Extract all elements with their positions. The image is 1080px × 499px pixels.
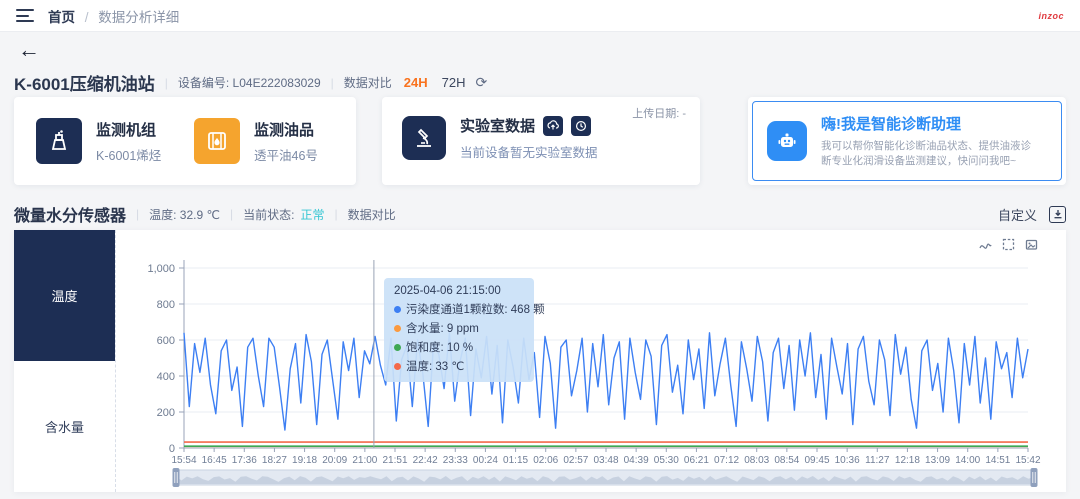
sensor-temperature: 温度: 32.9 ℃ — [149, 206, 220, 223]
sensor-compare-toggle[interactable]: 数据对比 — [348, 206, 396, 223]
separator: | — [331, 76, 334, 90]
x-tick-label: 23:33 — [443, 455, 468, 466]
zoom-select-icon[interactable] — [1002, 238, 1015, 251]
range-24h-button[interactable]: 24H — [404, 75, 428, 90]
separator: | — [136, 207, 139, 221]
x-tick-label: 14:00 — [955, 455, 980, 466]
x-tick-label: 05:30 — [654, 455, 679, 466]
brand-logo: inzoc — [1038, 11, 1064, 21]
assistant-card[interactable]: 嗨!我是智能诊断助理 我可以帮你智能化诊断油品状态、提供油液诊 断专业化润滑设备… — [748, 97, 1066, 185]
tab-water-content[interactable]: 含水量 — [14, 361, 115, 492]
y-tick-label: 400 — [157, 371, 175, 383]
sensor-status-label: 当前状态: — [243, 206, 294, 223]
monitor-unit-group: 监测机组 K-6001烯烃 — [36, 118, 176, 164]
x-tick-label: 15:54 — [171, 455, 196, 466]
x-tick-label: 17:36 — [232, 455, 257, 466]
upload-icon[interactable] — [543, 116, 563, 136]
save-image-icon[interactable] — [1025, 238, 1038, 251]
breadcrumb: 首页 / 数据分析详细 — [48, 6, 179, 26]
custom-range-button[interactable]: 自定义 — [998, 205, 1037, 224]
x-tick-label: 08:03 — [744, 455, 769, 466]
x-tick-label: 02:57 — [563, 455, 588, 466]
back-button[interactable]: ← — [18, 38, 40, 62]
x-tick-label: 13:09 — [925, 455, 950, 466]
x-tick-label: 00:24 — [473, 455, 498, 466]
y-tick-label: 200 — [157, 407, 175, 419]
series-line-main — [184, 333, 1028, 430]
robot-icon — [767, 121, 807, 161]
y-tick-label: 600 — [157, 335, 175, 347]
monitor-oil-group: 监测油品 透平油46号 — [194, 118, 334, 164]
datazoom-handle[interactable] — [173, 468, 180, 487]
sensor-section-header: 微量水分传感器 | 温度: 32.9 ℃ | 当前状态: 正常 | 数据对比 自… — [14, 202, 1066, 226]
breadcrumb-separator: / — [85, 10, 89, 25]
data-compare-toggle[interactable]: 数据对比 — [344, 74, 392, 91]
page-header: K-6001压缩机油站 | 设备编号: L04E222083029 | 数据对比… — [14, 70, 1066, 95]
x-tick-label: 02:06 — [533, 455, 558, 466]
x-tick-label: 19:18 — [292, 455, 317, 466]
x-tick-label: 06:21 — [684, 455, 709, 466]
history-clock-icon[interactable] — [571, 116, 591, 136]
x-tick-label: 21:51 — [382, 455, 407, 466]
sensor-status-value: 正常 — [300, 206, 324, 223]
compressor-icon — [36, 118, 82, 164]
download-icon[interactable] — [1049, 206, 1066, 223]
line-type-icon[interactable] — [979, 238, 992, 251]
y-tick-label: 0 — [169, 443, 175, 455]
device-number: 设备编号: L04E222083029 — [178, 74, 321, 91]
monitor-unit-value: K-6001烯烃 — [96, 145, 161, 164]
monitor-oil-title: 监测油品 — [254, 119, 318, 140]
x-tick-label: 03:48 — [593, 455, 618, 466]
x-tick-label: 18:27 — [262, 455, 287, 466]
top-bar: 首页 / 数据分析详细 inzoc — [0, 0, 1080, 32]
chart-canvas[interactable]: 0 200 400 600 800 1,000 15:54 16:45 17:36 18:27 19… — [116, 230, 1066, 492]
x-tick-label: 11:27 — [865, 455, 890, 466]
datazoom-handle[interactable] — [1031, 468, 1038, 487]
x-tick-label: 12:18 — [895, 455, 920, 466]
y-tick-label: 800 — [157, 299, 175, 311]
x-tick-label: 07:12 — [714, 455, 739, 466]
separator: | — [334, 207, 337, 221]
lab-data-card: 上传日期: - 实验室数据 当前设备暂无实验室数据 — [382, 97, 700, 185]
x-tick-label: 08:54 — [774, 455, 799, 466]
y-tick-label: 1,000 — [147, 263, 175, 275]
x-tick-label: 10:36 — [835, 455, 860, 466]
chart-toolbox — [979, 238, 1038, 251]
x-tick-label: 14:51 — [985, 455, 1010, 466]
lab-empty-text: 当前设备暂无实验室数据 — [460, 142, 598, 161]
separator: | — [230, 207, 233, 221]
sensor-chart-panel: 温度 含水量 0 200 400 600 800 1,000 15:54 16:45 17:36… — [14, 230, 1066, 492]
monitor-unit-title: 监测机组 — [96, 119, 161, 140]
x-tick-label: 04:39 — [624, 455, 649, 466]
upload-date-label: 上传日期: - — [632, 105, 686, 121]
monitor-oil-value: 透平油46号 — [254, 145, 318, 164]
breadcrumb-current: 数据分析详细 — [98, 10, 179, 25]
tab-temperature[interactable]: 温度 — [14, 230, 115, 361]
range-72h-button[interactable]: 72H — [442, 75, 466, 90]
x-tick-label: 22:42 — [413, 455, 438, 466]
x-tick-label: 20:09 — [322, 455, 347, 466]
refresh-icon[interactable]: ⟳ — [476, 74, 488, 91]
breadcrumb-home[interactable]: 首页 — [48, 10, 75, 25]
monitor-card: 监测机组 K-6001烯烃 监测油品 透平油46号 — [14, 97, 356, 185]
x-tick-label: 16:45 — [202, 455, 227, 466]
assistant-desc: 我可以帮你智能化诊断油品状态、提供油液诊 断专业化润滑设备监测建议，快问问我吧~ — [821, 139, 1031, 169]
chart-tabs: 温度 含水量 — [14, 230, 116, 492]
assistant-title: 嗨!我是智能诊断助理 — [821, 113, 1031, 134]
x-tick-label: 01:15 — [503, 455, 528, 466]
x-tick-label: 15:42 — [1015, 455, 1040, 466]
menu-toggle-icon[interactable] — [16, 9, 34, 22]
chart-area: 0 200 400 600 800 1,000 15:54 16:45 17:36 18:27 19… — [116, 230, 1066, 492]
x-tick-label: 09:45 — [804, 455, 829, 466]
separator: | — [165, 76, 168, 90]
x-tick-label: 21:00 — [352, 455, 377, 466]
oil-barrel-icon — [194, 118, 240, 164]
sensor-title: 微量水分传感器 — [14, 202, 126, 226]
microscope-icon — [402, 116, 446, 160]
lab-data-title: 实验室数据 — [460, 115, 535, 136]
page-title: K-6001压缩机油站 — [14, 70, 155, 95]
